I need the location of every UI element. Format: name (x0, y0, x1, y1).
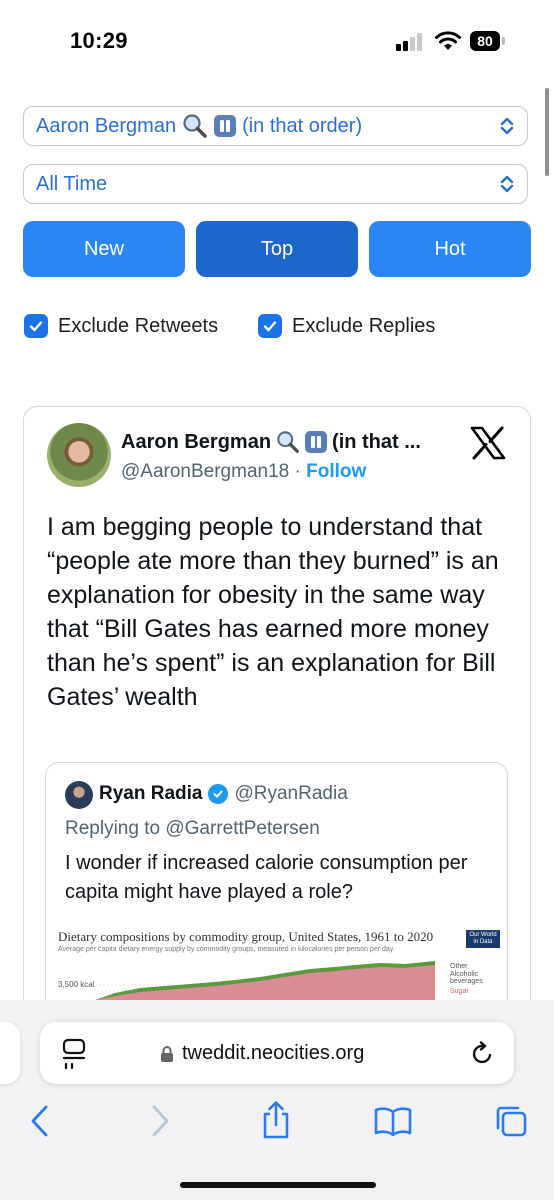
time-range-select[interactable]: All Time (23, 164, 528, 204)
pause-icon (305, 431, 328, 453)
previous-tab-edge[interactable] (0, 1022, 20, 1084)
pause-icon (214, 115, 237, 137)
exclude-replies-checkbox[interactable]: Exclude Replies (258, 314, 435, 338)
checkmark-icon (24, 314, 48, 338)
tab-new[interactable]: New (23, 221, 185, 277)
chart-legend-other: Other (450, 963, 468, 970)
tweet-author-handle[interactable]: @AaronBergman18 · Follow (121, 461, 366, 483)
share-icon[interactable] (260, 1100, 292, 1140)
chart-image-subtitle: Average per capita dietary energy supply… (58, 946, 395, 953)
forward-icon[interactable] (148, 1104, 172, 1138)
battery-icon: 80 (470, 31, 500, 51)
back-icon[interactable] (28, 1104, 52, 1138)
chevron-updown-icon (500, 117, 514, 135)
chevron-updown-icon (500, 175, 514, 193)
x-logo-icon[interactable] (470, 426, 506, 460)
magnifying-glass-icon (183, 114, 207, 138)
url-text: tweddit.neocities.org (182, 1042, 365, 1064)
owid-logo: Our World in Data (466, 930, 500, 948)
avatar[interactable] (47, 423, 111, 487)
quoted-avatar[interactable] (65, 781, 93, 809)
wifi-icon (435, 31, 461, 50)
owid-logo-line2: in Data (473, 939, 493, 945)
author-name-text: Aaron Bergman (121, 430, 272, 453)
chart-image-area (95, 961, 435, 1000)
tweet-author-name[interactable]: Aaron Bergman (in that ... (121, 430, 421, 454)
replying-to: Replying to @GarrettPetersen (65, 818, 320, 839)
handle-text: @AaronBergman18 (121, 461, 290, 482)
time-range-value: All Time (36, 172, 108, 195)
tweet-text: I am begging people to understand that “… (47, 513, 499, 711)
verified-badge-icon (208, 784, 229, 804)
checkmark-icon (258, 314, 282, 338)
chart-legend-beverages: beverages (450, 978, 483, 985)
reload-icon[interactable] (470, 1041, 496, 1067)
owid-logo-line1: Our World (469, 932, 497, 938)
handle-separator: · (289, 461, 307, 482)
follow-link[interactable]: Follow (306, 461, 366, 482)
tab-overview-icon[interactable] (62, 1038, 86, 1070)
exclude-retweets-label: Exclude Retweets (58, 314, 219, 337)
home-indicator[interactable] (180, 1182, 376, 1188)
chart-legend-alcoholic: Alcoholic (450, 971, 479, 978)
chart-image-tick: 3,500 kcal (58, 980, 95, 989)
tab-top[interactable]: Top (196, 221, 358, 277)
cellular-signal-icon (396, 33, 422, 51)
author-name-suffix: (in that ... (332, 430, 421, 453)
exclude-retweets-checkbox[interactable]: Exclude Retweets (24, 314, 218, 338)
scrollbar[interactable] (545, 88, 549, 176)
battery-tip (502, 37, 505, 45)
chart-legend-sugar: Sugar (450, 988, 469, 995)
tabs-icon[interactable] (494, 1104, 528, 1138)
lock-icon (161, 1045, 173, 1062)
status-time: 10:29 (70, 28, 128, 53)
quoted-author-handle: @RyanRadia (234, 783, 348, 804)
bookmarks-icon[interactable] (374, 1106, 412, 1136)
tab-hot[interactable]: Hot (369, 221, 531, 277)
user-select[interactable]: Aaron Bergman (in that order) (23, 106, 528, 146)
chart-image-title: Dietary compositions by commodity group,… (58, 929, 434, 944)
user-select-name: Aaron Bergman (36, 114, 177, 137)
quoted-author-name: Ryan Radia (99, 783, 203, 804)
magnifying-glass-icon (277, 431, 299, 453)
url-display[interactable]: tweddit.neocities.org (160, 1042, 364, 1065)
quoted-author[interactable]: Ryan Radia @RyanRadia (99, 783, 348, 805)
quoted-tweet-text: I wonder if increased calorie consumptio… (65, 852, 468, 903)
user-select-suffix: (in that order) (242, 114, 363, 137)
exclude-replies-label: Exclude Replies (292, 314, 436, 337)
